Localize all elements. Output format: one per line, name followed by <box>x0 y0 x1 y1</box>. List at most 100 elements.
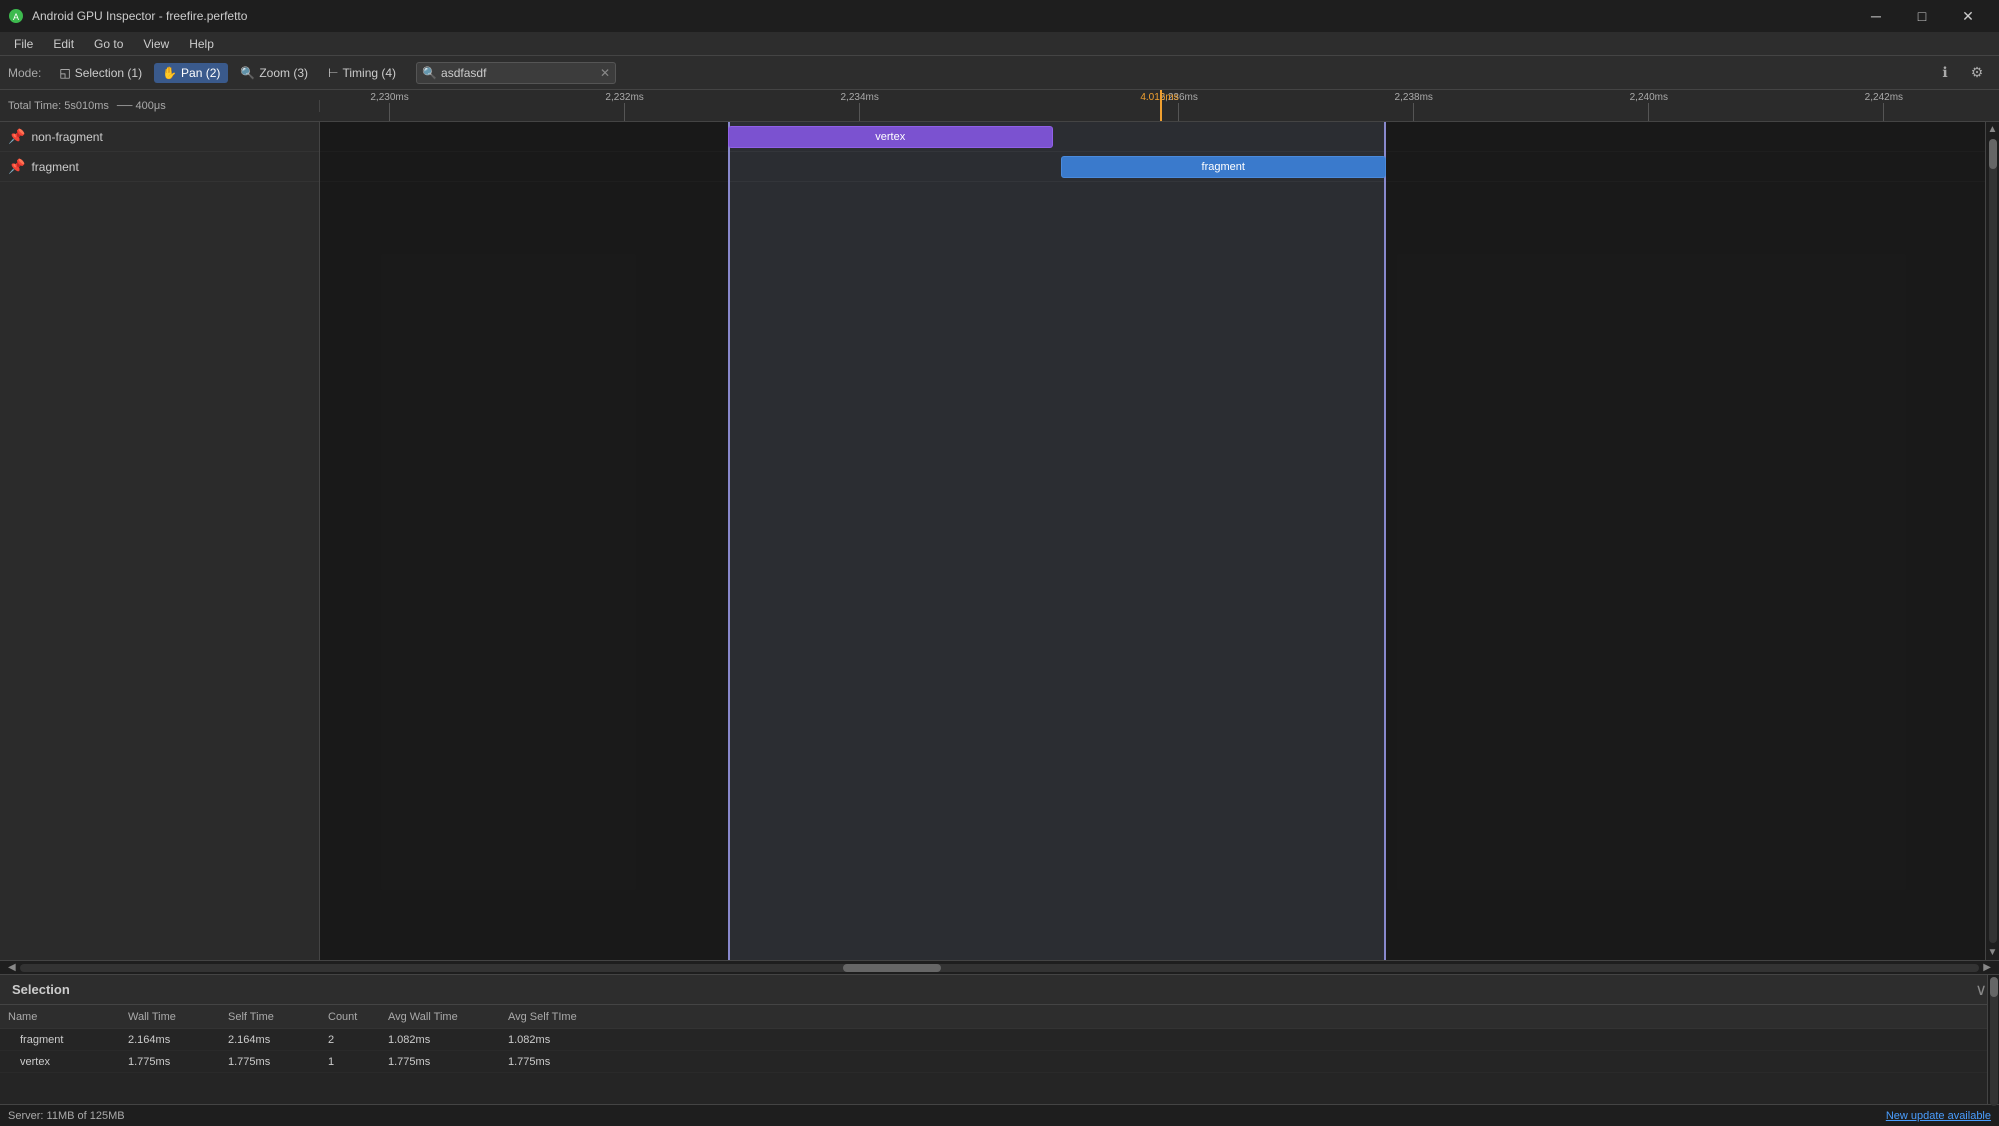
row-vertex-avg-self: 1.775ms <box>500 1056 620 1068</box>
menu-view[interactable]: View <box>133 35 179 53</box>
mode-label: Mode: <box>8 66 41 80</box>
ruler-ticks: 2,230ms2,232ms2,234ms2,236ms2,238ms2,240… <box>320 90 1999 121</box>
settings-button[interactable]: ⚙ <box>1963 59 1991 87</box>
search-container: 🔍 ✕ <box>416 62 616 84</box>
svg-text:A: A <box>13 12 19 22</box>
maximize-button[interactable]: □ <box>1899 0 1945 32</box>
ruler-tick-label: 2,234ms <box>840 92 878 103</box>
ruler-tick-label: 2,240ms <box>1630 92 1668 103</box>
menu-bar: File Edit Go to View Help <box>0 32 1999 56</box>
search-clear-button[interactable]: ✕ <box>600 66 610 80</box>
minimize-button[interactable]: ─ <box>1853 0 1899 32</box>
selection-icon: ◱ <box>59 66 70 80</box>
vertex-block[interactable]: vertex <box>728 126 1053 148</box>
title-bar-controls: ─ □ ✕ <box>1853 0 1991 32</box>
scrollbar-track <box>20 964 1980 972</box>
vscroll-track <box>1989 139 1997 943</box>
ruler-tick: 2,234ms <box>840 90 878 121</box>
toolbar: Mode: ◱ Selection (1) ✋ Pan (2) 🔍 Zoom (… <box>0 56 1999 90</box>
scroll-left-arrow[interactable]: ◀ <box>4 962 20 973</box>
time-ruler: Total Time: 5s010ms ── 400μs 2,230ms2,23… <box>0 90 1999 122</box>
scrollbar-thumb[interactable] <box>843 964 941 972</box>
selection-highlight <box>728 122 1386 960</box>
row-fragment-name: fragment <box>0 1034 120 1046</box>
menu-help[interactable]: Help <box>179 35 224 53</box>
pin-icon-fragment[interactable]: 📌 <box>8 158 25 175</box>
table-row-fragment[interactable]: fragment 2.164ms 2.164ms 2 1.082ms 1.082… <box>0 1029 1999 1051</box>
left-dark-overlay <box>320 122 728 960</box>
row-vertex-count: 1 <box>320 1056 380 1068</box>
row-fragment-self: 2.164ms <box>220 1034 320 1046</box>
col-header-avg-self: Avg Self TIme <box>500 1011 620 1023</box>
menu-goto[interactable]: Go to <box>84 35 133 53</box>
vscroll-thumb[interactable] <box>1989 139 1997 169</box>
tracks-vscroll[interactable]: ▲ ▼ <box>1985 122 1999 960</box>
row-vertex-name: vertex <box>0 1056 120 1068</box>
track-name-non-fragment: non-fragment <box>31 130 102 144</box>
sel-vscroll-track <box>1990 977 1998 1106</box>
status-bar: Server: 11MB of 125MB New update availab… <box>0 1104 1999 1126</box>
ruler-tick: 2,230ms <box>370 90 408 121</box>
ruler-tick: 2,242ms <box>1865 90 1903 121</box>
table-header-row: Name Wall Time Self Time Count Avg Wall … <box>0 1005 1999 1029</box>
zoom-icon: 🔍 <box>240 66 255 80</box>
total-time-label: Total Time: 5s010ms <box>8 100 109 112</box>
close-button[interactable]: ✕ <box>1945 0 1991 32</box>
track-labels: 📌 non-fragment 📌 fragment <box>0 122 320 960</box>
ruler-tick-label: 2,232ms <box>605 92 643 103</box>
pan-icon: ✋ <box>162 66 177 80</box>
app-icon: A <box>8 8 24 24</box>
server-status: Server: 11MB of 125MB <box>8 1110 125 1122</box>
info-button[interactable]: ℹ <box>1931 59 1959 87</box>
track-row-fragment[interactable]: fragment <box>320 152 1985 182</box>
col-header-wall: Wall Time <box>120 1011 220 1023</box>
horizontal-scrollbar[interactable]: ◀ ▶ <box>0 960 1999 974</box>
vscroll-down-arrow[interactable]: ▼ <box>1986 945 1999 960</box>
tracks-canvas[interactable]: vertex fragment <box>320 122 1985 960</box>
fragment-block[interactable]: fragment <box>1061 156 1386 178</box>
col-header-name: Name <box>0 1011 120 1023</box>
mode-selection-button[interactable]: ◱ Selection (1) <box>51 63 150 83</box>
timing-icon: ⊢ <box>328 66 338 80</box>
mode-zoom-button[interactable]: 🔍 Zoom (3) <box>232 63 316 83</box>
selection-collapse-button[interactable]: ∨ <box>1975 980 1987 1000</box>
mode-pan-label: Pan (2) <box>181 66 220 80</box>
row-vertex-self: 1.775ms <box>220 1056 320 1068</box>
track-label-non-fragment: 📌 non-fragment <box>0 122 319 152</box>
cursor-line <box>1160 90 1162 121</box>
search-input[interactable] <box>416 62 616 84</box>
selection-panel: Selection ∨ Name Wall Time Self Time Cou… <box>0 974 1999 1104</box>
ruler-tick: 2,232ms <box>605 90 643 121</box>
mode-zoom-label: Zoom (3) <box>259 66 308 80</box>
mode-timing-label: Timing (4) <box>342 66 396 80</box>
ruler-tick: 2,238ms <box>1395 90 1433 121</box>
fragment-block-label: fragment <box>1202 161 1245 173</box>
table-row-vertex[interactable]: vertex 1.775ms 1.775ms 1 1.775ms 1.775ms <box>0 1051 1999 1073</box>
scroll-right-arrow[interactable]: ▶ <box>1979 962 1995 973</box>
mode-timing-button[interactable]: ⊢ Timing (4) <box>320 63 404 83</box>
ruler-tick-label: 2,238ms <box>1395 92 1433 103</box>
row-vertex-avg-wall: 1.775ms <box>380 1056 500 1068</box>
toolbar-right-buttons: ℹ ⚙ <box>1931 59 1991 87</box>
mode-pan-button[interactable]: ✋ Pan (2) <box>154 63 228 83</box>
sel-vscroll-thumb[interactable] <box>1990 977 1998 997</box>
ruler-tick-label: 2,242ms <box>1865 92 1903 103</box>
right-dark-overlay <box>1386 122 1985 960</box>
row-vertex-wall: 1.775ms <box>120 1056 220 1068</box>
menu-edit[interactable]: Edit <box>43 35 84 53</box>
track-label-fragment: 📌 fragment <box>0 152 319 182</box>
search-icon: 🔍 <box>422 66 437 80</box>
selection-vscroll[interactable] <box>1987 975 1999 1104</box>
track-row-non-fragment[interactable]: vertex <box>320 122 1985 152</box>
update-link[interactable]: New update available <box>1886 1110 1991 1122</box>
col-header-count: Count <box>320 1011 380 1023</box>
pin-icon-non-fragment[interactable]: 📌 <box>8 128 25 145</box>
mode-selection-label: Selection (1) <box>75 66 142 80</box>
tracks-area: 📌 non-fragment 📌 fragment vertex fragmen… <box>0 122 1999 960</box>
row-fragment-avg-wall: 1.082ms <box>380 1034 500 1046</box>
title-bar-left: A Android GPU Inspector - freefire.perfe… <box>8 8 247 24</box>
col-header-self: Self Time <box>220 1011 320 1023</box>
menu-file[interactable]: File <box>4 35 43 53</box>
vscroll-up-arrow[interactable]: ▲ <box>1986 122 1999 137</box>
server-label: Server: <box>8 1110 43 1122</box>
